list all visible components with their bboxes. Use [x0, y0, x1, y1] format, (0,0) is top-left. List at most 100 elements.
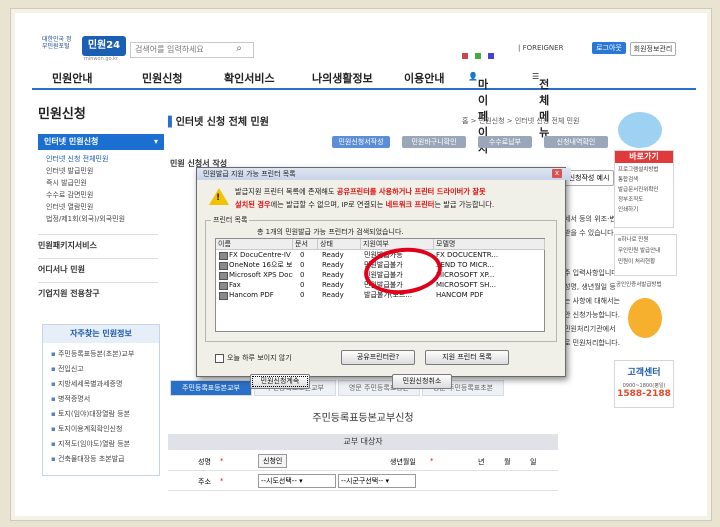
printer-name: FX DocuCentre-IV 3... — [229, 251, 293, 259]
language-links[interactable] — [462, 44, 512, 59]
more-link[interactable]: e하나로 민원 — [618, 235, 676, 246]
search-icon[interactable]: ⌕ — [232, 42, 246, 56]
form-title: 주민등록표등본교부신청 — [312, 413, 414, 424]
printer-docs: 0 — [300, 291, 305, 299]
favorite-item[interactable]: 건축물대장등 초본발급 — [51, 454, 125, 464]
sidebar-sub-item[interactable]: 인터넷 신청 전체민원 — [46, 154, 108, 164]
quick-link[interactable]: 프로그램설치방법 — [618, 165, 670, 175]
printer-state: Ready — [322, 281, 344, 289]
favorite-item[interactable]: 토지(임야)대장열람 등본 — [51, 409, 130, 419]
sidebar-sub-item[interactable]: 인터넷 발급민원 — [46, 166, 93, 176]
printer-name: Hancom PDF — [229, 291, 274, 299]
side-text: 는 사항에 대해서는 — [564, 297, 620, 305]
quick-link[interactable]: 인쇄하기 — [618, 205, 670, 215]
favorite-item[interactable]: 지방세세목별과세증명 — [51, 379, 122, 389]
hide-today-label: 오늘 하루 보이지 않기 — [227, 354, 292, 362]
member-info-button[interactable]: 회원정보관리 — [630, 42, 676, 56]
dialog-title: 민원발급 지원 가능 프린터 목록 — [197, 168, 571, 180]
nav-item-life-info[interactable]: 나의생활정보 — [312, 70, 373, 86]
favorite-item[interactable]: 지적도(임야도)열람 등본 — [51, 439, 130, 449]
printer-name: Fax — [229, 281, 241, 289]
step-basket: 민원바구니확인 — [402, 136, 466, 148]
side-text: 주 입력사항입니다. — [564, 269, 620, 277]
quick-link[interactable]: 발급문서진위확인 — [618, 185, 670, 195]
sido-select[interactable]: --시도선택-- ▾ — [258, 474, 336, 488]
printer-model: HANCOM PDF — [436, 291, 484, 299]
top-link[interactable]: | FOREIGNER — [518, 44, 563, 52]
address-row: 주소 * --시도선택-- ▾ --시군구선택-- ▾ — [168, 472, 558, 491]
warning-message: 발급지원 프린터 목록에 존재해도 공유프린터를 사용하거나 프린터 드라이버가… — [235, 187, 495, 209]
sidebar-item-package[interactable]: 민원패키지서비스 — [38, 234, 158, 251]
tab-resident-copy[interactable]: 주민등록표등본교부 — [170, 380, 252, 396]
breadcrumb: 홈 > 민원신청 > 인터넷 신청 전체 민원 — [462, 117, 580, 125]
printer-model: MICROSOFT XP... — [436, 271, 495, 279]
printer-model: FX DOCUCENTR... — [436, 251, 499, 259]
sidebar-sub-item[interactable]: 즉시 발급민원 — [46, 178, 87, 188]
printer-count-text: 총 1개의 민원발급 가능 프린터가 검색되었습니다. — [257, 228, 404, 236]
supported-printer-list-button[interactable]: 지원 프린터 목록 — [425, 350, 509, 365]
applicant-button[interactable]: 신청인 — [258, 454, 288, 468]
main-nav: 민원안내 민원신청 확인서비스 나의생활정보 이용안내 👤 마이페이지 ☰ 전체… — [32, 66, 696, 155]
sidebar-sub-item[interactable]: 수수료 감면민원 — [46, 190, 93, 200]
nav-item-guide[interactable]: 민원안내 — [52, 70, 92, 86]
printer-docs: 0 — [300, 261, 305, 269]
write-example-button[interactable]: 신청작성 예시 — [564, 170, 614, 186]
nav-item-usage[interactable]: 이용안내 — [404, 70, 444, 86]
cancel-apply-button[interactable]: 민원신청취소 — [392, 374, 452, 389]
column-header-name[interactable]: 이름 — [216, 239, 293, 250]
cert-notice[interactable]: 공인인증서발급방법 — [616, 280, 662, 288]
quick-link[interactable]: 정부조직도 — [618, 195, 670, 205]
printer-state: Ready — [322, 291, 344, 299]
birth-label: 생년월일 — [390, 458, 416, 466]
nav-item-apply[interactable]: 민원신청 — [142, 70, 182, 86]
favorite-item[interactable]: 전입신고 — [51, 364, 84, 374]
favorite-item[interactable]: 토지이용계획확인신청 — [51, 424, 122, 434]
side-text: 성명, 생년월일 등 — [564, 283, 616, 291]
hide-today-checkbox[interactable] — [215, 354, 224, 363]
center-phone: 1588-2188 — [617, 389, 671, 399]
quick-link[interactable]: 통합검색 — [618, 175, 670, 185]
sidebar-sub-item[interactable]: 인터넷 열람민원 — [46, 202, 93, 212]
sidebar-item-business[interactable]: 기업지원 전용창구 — [38, 282, 158, 299]
column-header-docs[interactable]: 문서 — [293, 239, 318, 250]
printer-icon — [219, 282, 228, 290]
logout-button[interactable]: 로그아웃 — [592, 42, 626, 54]
mypage-link[interactable]: 👤 마이페이지 — [468, 72, 488, 155]
printer-icon — [219, 262, 228, 270]
side-text: 로 민원처리합니다. — [564, 339, 620, 347]
nav-item-verify[interactable]: 확인서비스 — [224, 70, 275, 86]
column-header-state[interactable]: 상태 — [318, 239, 361, 250]
sidebar-sub-item[interactable]: 법정/제1회(외국)/외국민원 — [46, 214, 125, 224]
side-text: 안 신청가능합니다. — [564, 311, 620, 319]
more-link[interactable]: 민원이 처리현황 — [618, 257, 676, 268]
continue-apply-button[interactable]: 민원신청계속 — [250, 374, 310, 389]
printer-name: Microsoft XPS Docu... — [229, 271, 293, 279]
sigungu-select[interactable]: --시군구선택-- ▾ — [338, 474, 416, 488]
mascot-image — [618, 112, 662, 148]
sidebar-title: 민원신청 — [38, 107, 86, 122]
day-unit: 일 — [530, 458, 537, 466]
form-section-head: 교부 대상자 — [168, 434, 558, 450]
favorite-item[interactable]: 주민등록표등본(초본)교부 — [51, 349, 134, 359]
sidebar-item-internet-apply[interactable]: 인터넷 민원신청 ▾ — [38, 134, 164, 150]
printer-docs: 0 — [300, 281, 305, 289]
browser-page: 대한민국 정부민원포털 민원24 minwon.go.kr 검색어를 입력하세요… — [32, 28, 696, 508]
printer-icon — [219, 292, 228, 300]
favorite-title: 자주찾는 민원정보 — [43, 325, 159, 343]
favorite-item[interactable]: 병적증명서 — [51, 394, 90, 404]
name-label: 성명 — [198, 458, 211, 466]
logo[interactable]: 민원24 — [82, 36, 126, 56]
close-icon[interactable]: x — [552, 169, 562, 178]
shared-printer-button[interactable]: 공유프린터란? — [341, 350, 415, 365]
allmenu-link[interactable]: ☰ 전체메뉴 — [532, 72, 549, 139]
printer-state: Ready — [322, 271, 344, 279]
column-header-model[interactable]: 모델명 — [434, 239, 545, 250]
required-mark: * — [220, 457, 224, 465]
printer-list-label: 프린터 목록 — [211, 215, 250, 225]
sidebar-item-anywhere[interactable]: 어디서나 민원 — [38, 258, 158, 275]
printer-state: Ready — [322, 261, 344, 269]
printer-model: MICROSOFT SH... — [436, 281, 496, 289]
more-link[interactable]: 무인민원 발급안내 — [618, 246, 676, 257]
more-links-box: e하나로 민원 무인민원 발급안내 민원이 처리현황 — [614, 234, 677, 276]
year-unit: 년 — [478, 458, 485, 466]
